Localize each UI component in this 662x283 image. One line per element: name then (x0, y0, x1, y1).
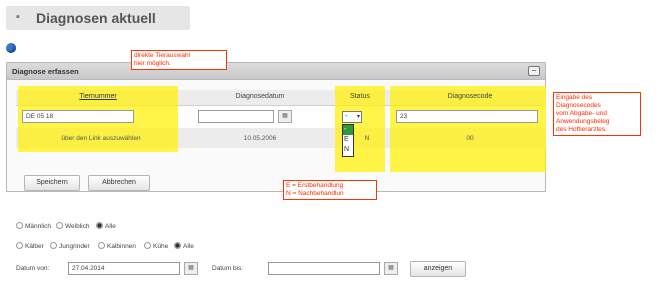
radio-label: Weiblich (65, 223, 90, 230)
status-dropdown: - E N (342, 124, 354, 157)
radio-icon (16, 222, 23, 229)
radio-label: Männlich (25, 223, 52, 230)
calendar-icon[interactable]: ▦ (184, 262, 198, 275)
calendar-icon[interactable]: ▦ (278, 110, 292, 123)
page-header: ▪ Diagnosen aktuell (6, 6, 190, 30)
date-from-input[interactable]: 27.04.2014 (68, 262, 180, 275)
radio-alle-sex[interactable]: Alle (96, 222, 116, 230)
date-to-label: Datum bis: (212, 265, 244, 272)
radio-selected-icon (96, 222, 103, 229)
header-bullet-icon: ▪ (16, 11, 20, 23)
tiernummer-input[interactable]: DE 05 18 (22, 110, 134, 123)
annotation-status: E = Erstbehandlung N = Nachbehandlun (283, 180, 377, 200)
radio-icon (144, 242, 151, 249)
status-value: N (364, 135, 370, 142)
column-header-diagnosedatum: Diagnosedatum (235, 93, 285, 100)
minimize-icon[interactable]: − (528, 66, 540, 76)
status-select-value: - (345, 113, 348, 120)
status-option[interactable]: - (343, 125, 353, 135)
sex-filter: Männlich Weiblich Alle (16, 222, 316, 232)
column-header-diagnosecode: Diagnosecode (447, 93, 493, 100)
radio-weiblich[interactable]: Weiblich (56, 222, 89, 230)
radio-kuehe[interactable]: Kühe (144, 242, 168, 250)
radio-icon (16, 242, 23, 249)
panel-title: Diagnose erfassen (12, 67, 79, 76)
radio-kaelber[interactable]: Kälber (16, 242, 44, 250)
chevron-down-icon: ▾ (356, 114, 360, 120)
radio-maennlich[interactable]: Männlich (16, 222, 51, 230)
annotation-diagnosecode: Eingabe des Diagnosecodes vom Abgabe- un… (553, 92, 641, 136)
radio-icon (56, 222, 63, 229)
panel-header (6, 62, 546, 80)
radio-kalbinnen[interactable]: Kalbinnen (98, 242, 136, 250)
status-select[interactable]: - ▾ (342, 111, 362, 123)
status-option[interactable]: E (343, 135, 353, 145)
cancel-button[interactable]: Abbrechen (88, 175, 150, 191)
radio-alle-category[interactable]: Alle (174, 242, 194, 250)
status-option[interactable]: N (343, 145, 353, 155)
calendar-icon[interactable]: ▦ (384, 262, 398, 275)
info-icon[interactable] (6, 43, 16, 53)
radio-label: Jungrinder (59, 243, 90, 250)
radio-icon (98, 242, 105, 249)
radio-label: Kälber (25, 243, 44, 250)
diagnosedatum-input[interactable] (198, 110, 274, 123)
radio-label: Kalbinnen (107, 243, 136, 250)
column-header-status: Status (350, 93, 370, 100)
radio-label: Kühe (153, 243, 169, 250)
diagnosecode-value: 00 (466, 135, 474, 142)
diagnosecode-input[interactable]: 23 (396, 110, 538, 123)
radio-jungrinder[interactable]: Jungrinder (50, 242, 90, 250)
radio-label: Alle (105, 223, 116, 230)
diagnosedatum-value: 10.05.2006 (243, 135, 277, 142)
show-button[interactable]: anzeigen (410, 261, 466, 277)
radio-label: Alle (183, 243, 194, 250)
column-header-tiernummer[interactable]: Tiernummer (68, 93, 128, 100)
page-title: Diagnosen aktuell (36, 10, 156, 26)
radio-selected-icon (174, 242, 181, 249)
radio-icon (50, 242, 57, 249)
tiernummer-hint: über den Link auszuwählen (61, 135, 141, 142)
annotation-tierauswahl: direkte Tierauswahl hier möglich. (131, 50, 227, 70)
date-to-input[interactable] (268, 262, 380, 275)
save-button[interactable]: Speichern (24, 175, 80, 191)
date-from-label: Datum von: (16, 265, 50, 272)
category-filter: Kälber Jungrinder Kalbinnen Kühe Alle (16, 242, 336, 252)
